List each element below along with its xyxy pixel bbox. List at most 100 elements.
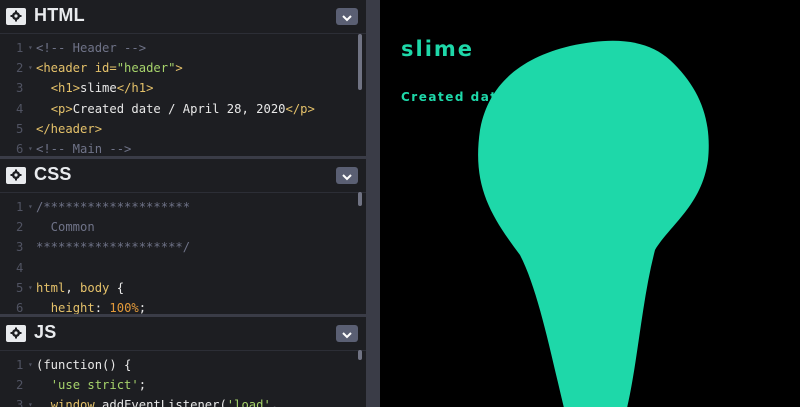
code-token: <h1> — [50, 81, 81, 96]
code-token: window — [50, 398, 95, 407]
fold-arrow-icon[interactable]: ▾ — [28, 278, 33, 298]
line-number: 4 — [16, 260, 24, 275]
code-token: (function() { — [36, 358, 132, 372]
code-line[interactable]: 1 ▾/******************** — [0, 197, 366, 217]
line-number: 6 — [16, 300, 24, 314]
code-token: slime — [80, 81, 117, 96]
code-token: /******************** — [36, 200, 191, 214]
line-number: 2 — [16, 378, 24, 393]
js-panel-header: JS — [0, 317, 366, 351]
fold-arrow-icon[interactable]: ▾ — [28, 355, 33, 375]
html-settings-button[interactable] — [6, 8, 26, 25]
chevron-down-icon — [342, 7, 352, 26]
gear-icon — [10, 324, 22, 343]
gear-icon — [10, 7, 22, 26]
code-text: /******************** — [36, 197, 190, 217]
code-token: ********************/ — [36, 240, 191, 255]
code-token: </p> — [285, 101, 315, 116]
code-line[interactable]: 1 ▾ (function() { — [0, 355, 366, 375]
line-number: 5 ▾ — [0, 278, 36, 298]
result-preview: slime Created date / April 28, 2020 — [380, 0, 800, 407]
code-token: </h1> — [116, 81, 154, 96]
html-panel-title: HTML — [34, 5, 85, 25]
code-token: <p> — [50, 101, 73, 116]
html-code-area[interactable]: 1 ▾ <!-- Header --> 2 ▾ <header id="header"> 3… — [0, 34, 366, 156]
code-token: > — [175, 61, 183, 76]
code-text: <header id="header"> — [36, 58, 183, 78]
code-token: { — [109, 280, 125, 295]
code-line[interactable]: 5 </header> — [0, 119, 366, 139]
code-line[interactable]: 4 <p>Created date / April 28, 2020</p> — [0, 99, 366, 119]
fold-arrow-icon[interactable]: ▾ — [28, 58, 33, 78]
html-collapse-button[interactable] — [336, 8, 358, 25]
css-scrollbar[interactable] — [358, 192, 362, 206]
css-collapse-button[interactable] — [336, 167, 358, 184]
fold-arrow-icon[interactable]: ▾ — [28, 395, 33, 407]
fold-arrow-icon[interactable]: ▾ — [28, 38, 33, 58]
code-token: height — [50, 300, 95, 314]
code-line[interactable]: 3 ▾ window.addEventListener('load', — [0, 395, 366, 407]
code-line[interactable]: 6 ▾ <!-- Main --> — [0, 139, 366, 156]
code-text: </header> — [36, 119, 102, 139]
code-line[interactable]: 2 Common — [0, 217, 366, 237]
line-number: 5 — [16, 121, 24, 136]
js-collapse-button[interactable] — [336, 325, 358, 342]
fold-arrow-icon[interactable]: ▾ — [28, 139, 33, 156]
code-token: 'use strict' — [50, 378, 139, 393]
code-text: Common — [36, 217, 95, 237]
css-settings-button[interactable] — [6, 167, 26, 184]
line-number: 3 — [16, 81, 24, 96]
fold-arrow-icon[interactable]: ▾ — [28, 197, 33, 217]
js-editor-panel: JS 1 ▾ (function() {2 'use strict'; 3 ▾ wind… — [0, 317, 366, 407]
js-settings-button[interactable] — [6, 325, 26, 342]
code-token: </header> — [36, 121, 103, 136]
code-token: , — [65, 280, 81, 295]
code-line[interactable]: 2 ▾ <header id="header"> — [0, 58, 366, 78]
html-editor-panel: HTML 1 ▾ <!-- Header --> 2 ▾ <header id="head… — [0, 0, 366, 156]
js-scrollbar[interactable] — [358, 350, 362, 360]
html-panel-header: HTML — [0, 0, 366, 34]
code-line[interactable]: 6 height: 100%; — [0, 298, 366, 314]
code-token: <header — [36, 61, 95, 76]
line-number: 2 — [16, 220, 24, 235]
code-text: <!-- Header --> — [36, 38, 146, 58]
code-token: Created date / April 28, 2020 — [72, 101, 286, 116]
js-panel-title: JS — [34, 322, 57, 342]
line-number: 3 ▾ — [0, 395, 36, 407]
code-text: height: 100%; — [36, 298, 146, 314]
code-text: 'use strict'; — [36, 375, 146, 395]
code-line[interactable]: 5 ▾ html, body { — [0, 278, 366, 298]
js-code-area[interactable]: 1 ▾ (function() {2 'use strict'; 3 ▾ window.… — [0, 351, 366, 407]
css-panel-title: CSS — [34, 164, 72, 184]
line-number: 1 ▾ — [0, 355, 36, 375]
css-panel-header: CSS — [0, 159, 366, 193]
slime-blob — [478, 40, 709, 407]
pane-resize-handle[interactable] — [366, 0, 380, 407]
chevron-down-icon — [342, 324, 352, 343]
line-number: 1 ▾ — [0, 197, 36, 217]
code-text: window.addEventListener('load', — [36, 395, 278, 407]
code-text: html, body { — [36, 278, 124, 298]
code-text: ********************/ — [36, 237, 190, 257]
code-line[interactable]: 3 ********************/ — [0, 237, 366, 257]
code-token: <!-- Main --> — [36, 141, 132, 156]
code-line[interactable]: 1 ▾ <!-- Header --> — [0, 38, 366, 58]
line-number: 2 ▾ — [0, 58, 36, 78]
chevron-down-icon — [342, 166, 352, 185]
line-number: 4 — [16, 101, 24, 116]
code-token: <!-- Header --> — [36, 41, 147, 55]
html-scrollbar[interactable] — [358, 34, 362, 90]
code-token: .addEventListener( — [94, 398, 227, 407]
gear-icon — [10, 166, 22, 185]
code-token: "header" — [116, 61, 176, 76]
css-code-area[interactable]: 1 ▾/******************** 2 Common 3 ********… — [0, 193, 366, 314]
code-line[interactable]: 3 <h1>slime</h1> — [0, 78, 366, 98]
editor-pane: HTML 1 ▾ <!-- Header --> 2 ▾ <header id="head… — [0, 0, 366, 407]
code-line[interactable]: 4 — [0, 258, 366, 278]
line-number: 1 ▾ — [0, 38, 36, 58]
code-line[interactable]: 2 'use strict'; — [0, 375, 366, 395]
